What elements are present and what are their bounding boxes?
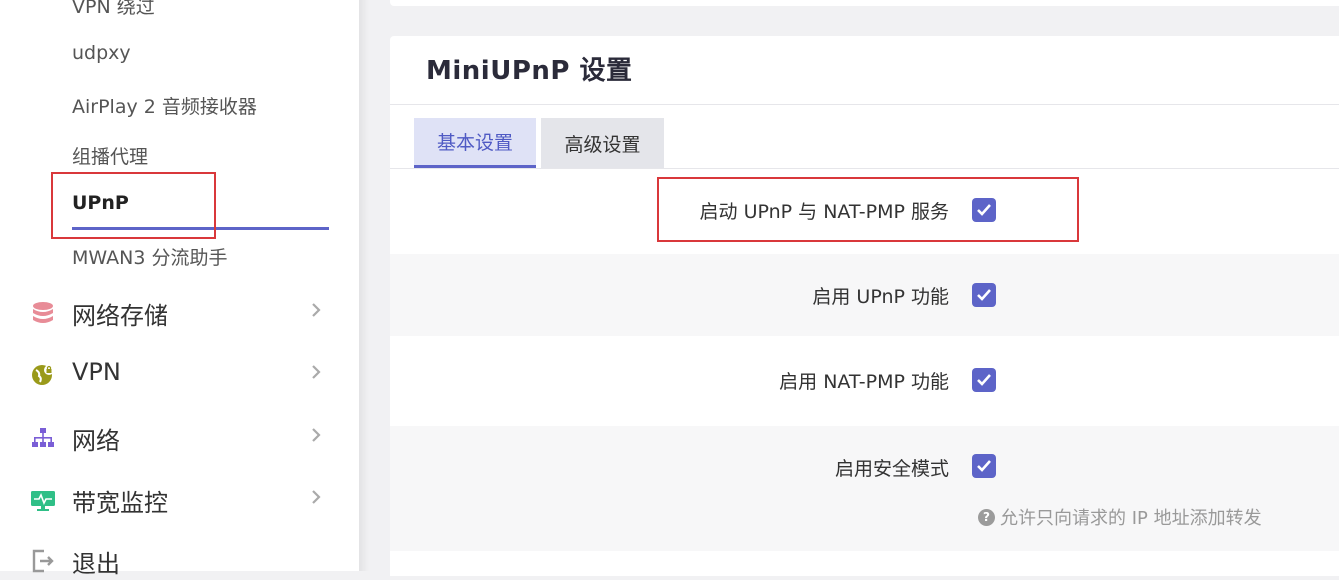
setting-label-enable-upnp: 启用 UPnP 功能 [812,286,949,308]
checkbox-enable-upnp[interactable] [972,283,996,307]
service-highlight-box [657,177,1079,242]
setting-row-enable-natpmp: 启用 NAT-PMP 功能 [390,336,1339,426]
chevron-right-icon [306,487,326,507]
chevron-right-icon [306,362,326,382]
bandwidth-monitor-icon [30,487,56,513]
title-divider [390,104,1339,105]
setting-row-enable-upnp: 启用 UPnP 功能 [390,254,1339,336]
checkbox-secure-mode[interactable] [972,454,996,478]
previous-card-bottom [390,0,1339,6]
sidebar-menu-logout-label: 退出 [72,550,120,578]
sidebar-subitem-multicast-proxy[interactable]: 组播代理 [72,142,148,169]
question-circle-icon: ? [978,508,995,526]
sidebar-menu-storage[interactable]: 网络存储 [0,292,359,332]
secure-mode-hint: ? 允许只向请求的 IP 地址添加转发 [978,504,1262,530]
sidebar-menu-vpn[interactable]: VPN [0,354,359,394]
sidebar-subitem-airplay[interactable]: AirPlay 2 音频接收器 [72,92,257,119]
chevron-right-icon [306,425,326,445]
logout-icon [30,548,56,574]
tab-advanced-settings[interactable]: 高级设置 [541,118,664,168]
page-title: MiniUPnP 设置 [426,56,633,86]
sidebar-menu-logout[interactable]: 退出 [0,540,359,580]
upnp-highlight-box [51,172,216,239]
sidebar-menu-network-label: 网络 [72,427,120,455]
chevron-right-icon [306,300,326,320]
setting-row-secure-mode: 启用安全模式 ? 允许只向请求的 IP 地址添加转发 [390,426,1339,551]
sidebar: VPN 绕过 udpxy AirPlay 2 音频接收器 组播代理 UPnP M… [0,0,359,578]
tab-basic-settings[interactable]: 基本设置 [414,118,536,168]
settings-card: MiniUPnP 设置 基本设置 高级设置 启动 UPnP 与 NAT-PMP … [390,36,1339,576]
sidebar-menu-storage-label: 网络存储 [72,302,168,330]
sidebar-menu-network[interactable]: 网络 [0,417,359,457]
sidebar-menu-vpn-label: VPN [72,358,121,386]
sidebar-shadow [359,0,369,571]
setting-label-enable-natpmp: 启用 NAT-PMP 功能 [779,371,949,393]
sidebar-menu-bandwidth[interactable]: 带宽监控 [0,479,359,519]
sidebar-menu-bandwidth-label: 带宽监控 [72,489,168,517]
sidebar-subitem-udpxy[interactable]: udpxy [72,42,131,64]
vpn-globe-icon [30,362,56,388]
database-icon [30,300,56,326]
setting-label-secure-mode: 启用安全模式 [834,458,949,480]
secure-mode-hint-text: 允许只向请求的 IP 地址添加转发 [1000,508,1262,529]
sidebar-subitem-mwan3[interactable]: MWAN3 分流助手 [72,243,227,270]
sidebar-subitem-vpn-bypass[interactable]: VPN 绕过 [72,0,155,19]
checkbox-enable-natpmp[interactable] [972,368,996,392]
network-icon [30,425,56,451]
